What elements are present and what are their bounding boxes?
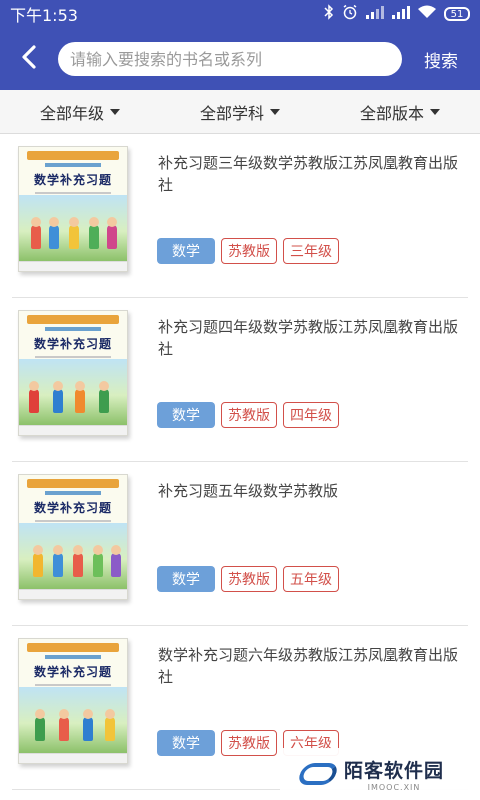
subject-tag: 数学 <box>157 238 215 264</box>
filter-subject-label: 全部学科 <box>199 103 264 123</box>
grade-tag: 四年级 <box>283 402 339 428</box>
caret-down-icon <box>270 108 280 115</box>
battery-icon: 51 <box>444 7 470 21</box>
edition-tag: 苏教版 <box>221 566 277 592</box>
wifi-icon <box>418 5 436 23</box>
subject-tag: 数学 <box>157 730 215 756</box>
toolbar: 搜索 <box>0 28 480 90</box>
signal-icon <box>366 5 384 23</box>
search-button[interactable]: 搜索 <box>402 47 480 72</box>
signal-icon <box>392 5 410 23</box>
book-title: 补充习题四年级数学苏教版江苏凤凰教育出版社 <box>158 318 459 358</box>
filter-bar: 全部年级 全部学科 全部版本 <box>0 90 480 134</box>
grade-tag: 三年级 <box>283 238 339 264</box>
book-list: 数学补充习题 补充习题三年级数学苏教版江苏凤凰教育出版社 数学 苏教版 三年级 … <box>0 134 480 790</box>
status-time: 下午1:53 <box>10 6 78 25</box>
watermark: 陌客软件园 IMOOC.XIN <box>280 748 480 800</box>
book-title: 补充习题三年级数学苏教版江苏凤凰教育出版社 <box>158 154 459 194</box>
book-title: 数学补充习题六年级苏教版江苏凤凰教育出版社 <box>158 646 459 686</box>
book-list-item[interactable]: 数学补充习题 补充习题四年级数学苏教版江苏凤凰教育出版社 数学 苏教版 四年级 <box>12 298 468 462</box>
book-cover-image: 数学补充习题 <box>18 638 128 764</box>
filter-edition-label: 全部版本 <box>359 103 424 123</box>
book-cover-image: 数学补充习题 <box>18 146 128 272</box>
battery-level: 51 <box>450 8 464 20</box>
filter-subject-dropdown[interactable]: 全部学科 <box>160 100 320 124</box>
grade-tag: 五年级 <box>283 566 339 592</box>
book-list-item[interactable]: 数学补充习题 补充习题三年级数学苏教版江苏凤凰教育出版社 数学 苏教版 三年级 <box>12 134 468 298</box>
search-box <box>58 42 402 76</box>
filter-grade-dropdown[interactable]: 全部年级 <box>0 100 160 124</box>
watermark-logo-icon <box>295 763 341 785</box>
search-input[interactable] <box>70 49 390 69</box>
edition-tag: 苏教版 <box>221 730 277 756</box>
alarm-icon <box>342 4 358 24</box>
caret-down-icon <box>430 108 440 115</box>
back-button[interactable] <box>0 28 58 90</box>
book-tags: 数学 苏教版 五年级 <box>157 566 339 592</box>
edition-tag: 苏教版 <box>221 402 277 428</box>
book-cover-image: 数学补充习题 <box>18 474 128 600</box>
watermark-name: 陌客软件园 <box>344 760 445 782</box>
cover-title: 数学补充习题 <box>33 665 112 679</box>
book-tags: 数学 苏教版 三年级 <box>157 238 339 264</box>
filter-grade-label: 全部年级 <box>39 103 104 123</box>
bluetooth-icon <box>324 4 334 24</box>
back-arrow-icon <box>21 45 37 73</box>
caret-down-icon <box>110 108 120 115</box>
cover-title: 数学补充习题 <box>33 501 112 515</box>
filter-edition-dropdown[interactable]: 全部版本 <box>320 100 480 124</box>
book-title: 补充习题五年级数学苏教版 <box>158 482 339 500</box>
watermark-url: IMOOC.XIN <box>367 783 421 792</box>
cover-title: 数学补充习题 <box>33 337 112 351</box>
subject-tag: 数学 <box>157 402 215 428</box>
book-cover-image: 数学补充习题 <box>18 310 128 436</box>
status-bar: 下午1:53 51 <box>0 0 480 28</box>
status-icons: 51 <box>324 4 470 24</box>
cover-title: 数学补充习题 <box>33 173 112 187</box>
edition-tag: 苏教版 <box>221 238 277 264</box>
book-tags: 数学 苏教版 四年级 <box>157 402 339 428</box>
subject-tag: 数学 <box>157 566 215 592</box>
book-list-item[interactable]: 数学补充习题 补充习题五年级数学苏教版 数学 苏教版 五年级 <box>12 462 468 626</box>
